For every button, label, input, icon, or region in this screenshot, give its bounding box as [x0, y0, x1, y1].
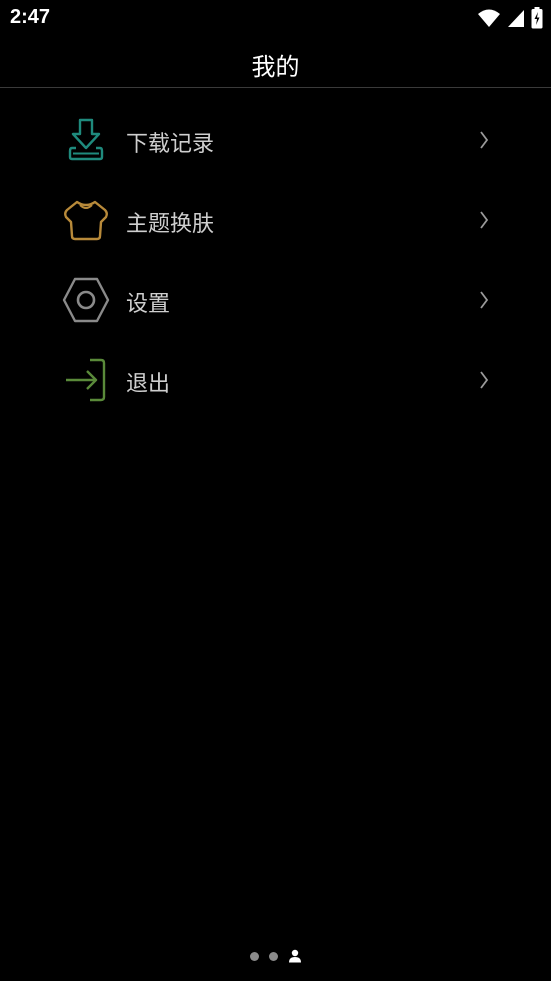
menu-item-label: 下载记录: [126, 132, 215, 157]
status-time: 2:47: [10, 6, 51, 28]
chevron-right-icon: [480, 211, 489, 229]
wifi-icon: [478, 9, 500, 27]
menu-item-theme-skin[interactable]: 主题换肤: [0, 180, 551, 260]
page-dot-icon[interactable]: [268, 951, 278, 961]
chevron-right-icon: [480, 371, 489, 389]
menu-item-label: 主题换肤: [126, 212, 215, 237]
signal-icon: [508, 10, 524, 27]
menu-item-logout[interactable]: 退出: [0, 340, 551, 420]
battery-charging-icon: [531, 7, 543, 29]
status-icons: [477, 6, 543, 30]
menu-item-label: 设置: [126, 292, 171, 317]
menu-item-download-history[interactable]: 下载记录: [0, 100, 551, 180]
download-icon: [68, 118, 104, 161]
page-dot-icon[interactable]: [249, 951, 259, 961]
menu-item-settings[interactable]: 设置: [0, 260, 551, 340]
person-icon[interactable]: [288, 949, 302, 963]
status-bar: 2:47: [0, 0, 551, 38]
logout-icon: [66, 358, 106, 402]
chevron-right-icon: [480, 291, 489, 309]
chevron-right-icon: [480, 131, 489, 149]
page-indicator: [0, 948, 551, 964]
shirt-icon: [64, 200, 108, 241]
app-header: 我的: [0, 38, 551, 88]
hex-nut-settings-icon: [62, 277, 110, 323]
menu-list: 下载记录 主题换肤 设置 退出: [0, 100, 551, 420]
menu-item-label: 退出: [126, 372, 171, 397]
page-title: 我的: [251, 53, 300, 81]
